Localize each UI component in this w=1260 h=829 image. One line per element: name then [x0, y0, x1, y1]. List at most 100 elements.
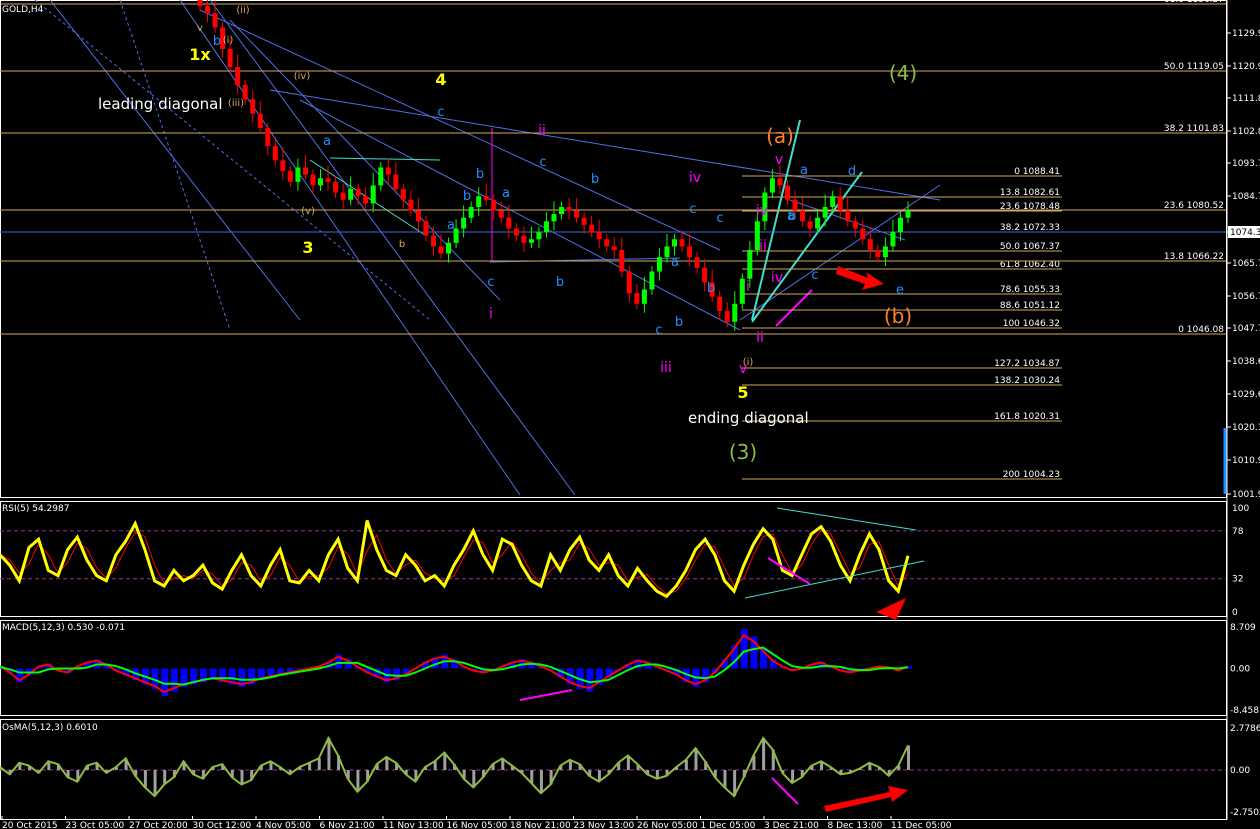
time-axis-layer: 20 Oct 2015 23 Oct 05:00 27 Oct 20:00 30 Oc…: [1, 816, 952, 829]
wave-label: a: [502, 186, 510, 201]
symbol-label: GOLD,H4: [2, 5, 44, 15]
time-axis-label: 16 Nov 05:00: [447, 821, 508, 829]
wave-label: b: [213, 34, 221, 49]
candle-body: [257, 113, 263, 128]
wave-label: 5: [737, 383, 748, 402]
candle-body: [400, 189, 406, 200]
wave-label: (iii): [228, 98, 244, 109]
trendline: [34, 0, 431, 321]
rsi-line: [0, 519, 910, 599]
candle-body: [197, 0, 203, 7]
price-axis-label: 1029.64: [1232, 390, 1260, 400]
candle-body: [679, 239, 685, 247]
candle-body: [619, 250, 625, 272]
candle-body: [378, 167, 384, 186]
candle-body: [830, 196, 836, 207]
price-axis-label: 1001.93: [1232, 490, 1260, 500]
osma-bar: [539, 770, 543, 794]
candle-body: [476, 196, 482, 207]
candle-body: [430, 235, 436, 247]
rsi-axis-label: 0: [1232, 608, 1238, 618]
rsi-panel-frame: [0, 501, 1227, 617]
macd-axis-label: -8.458: [1230, 706, 1259, 716]
wave-label: i: [746, 279, 750, 295]
candle-body: [845, 210, 851, 222]
ending-diagonal-annotation: ending diagonal: [688, 409, 809, 427]
osma-bar: [762, 738, 766, 770]
wave-label: a: [671, 255, 679, 270]
candle-body: [333, 181, 339, 193]
macd-panel-frame: [0, 620, 1227, 716]
fib-level-label: 0 1088.41: [1014, 167, 1060, 177]
price-axis-label: 1129.93: [1232, 29, 1260, 39]
candle-body: [310, 174, 316, 186]
candle-body: [875, 250, 881, 258]
wave-label: c: [689, 202, 696, 217]
wave-label: iii: [660, 360, 672, 376]
wave-label: a: [447, 218, 455, 233]
rsi-trendline: [744, 560, 925, 599]
osma-bar: [723, 770, 727, 788]
candle-body: [528, 239, 534, 243]
candle-body: [468, 206, 474, 218]
candle-body: [415, 210, 421, 222]
price-axis-label: 1010.93: [1232, 456, 1260, 466]
trendline: [209, 0, 576, 496]
wave-label: c: [539, 155, 546, 170]
osma-layer: 2.7786 0.00 -2.7502: [0, 724, 1260, 818]
candle-body: [566, 206, 572, 211]
candle-body: [890, 232, 896, 247]
candle-body: [739, 278, 745, 304]
macd-divergence-mark: [519, 689, 573, 701]
macd-layer: 8.709 0.00 -8.458: [0, 623, 1259, 716]
wave-label: iv: [771, 270, 783, 286]
candle-body: [589, 224, 595, 233]
time-axis-label: 3 Dec 21:00: [764, 821, 819, 829]
wave-label: b: [399, 239, 405, 250]
candle-body: [626, 271, 632, 294]
time-axis-label: 18 Nov 21:00: [510, 821, 571, 829]
rsi-axis-label: 78: [1232, 527, 1244, 537]
price-axis-label: 1102.84: [1232, 127, 1260, 137]
time-axis-label: 8 Dec 13:00: [828, 821, 883, 829]
fib-level-label: 0 1046.08: [1178, 325, 1224, 335]
candle-body: [506, 217, 512, 229]
leading-diagonal-annotation: leading diagonal: [98, 95, 223, 113]
fib-level-label: 50.0 1067.37: [1000, 242, 1060, 252]
wave-label: c: [655, 323, 662, 338]
wave-label: a: [800, 163, 808, 178]
wave-label: d: [848, 164, 856, 179]
candle-body: [287, 171, 293, 182]
candle-body: [536, 232, 542, 240]
wave-label: b: [591, 172, 599, 187]
wave-label: 1x: [189, 45, 211, 64]
candle-body: [340, 192, 346, 200]
time-axis-label: 26 Nov 05:00: [637, 821, 698, 829]
candle-body: [446, 242, 452, 254]
candle-body: [385, 167, 391, 175]
candle-body: [551, 214, 557, 222]
time-axis-label: 4 Nov 05:00: [256, 821, 311, 829]
time-axis-label: 11 Nov 13:00: [383, 821, 444, 829]
candle-body: [348, 189, 354, 200]
candle-body: [235, 67, 241, 85]
candle-body: [882, 246, 888, 258]
wave-marker-line: [775, 289, 813, 327]
time-axis-label: 11 Dec 05:00: [891, 821, 952, 829]
wave-label: a: [323, 134, 331, 149]
candle-body: [205, 6, 211, 14]
wave-label: b: [675, 315, 683, 330]
wave-label: b: [476, 167, 484, 182]
macd-axis-label: 8.709: [1230, 623, 1256, 633]
candle-body: [664, 246, 670, 258]
wave-label: a: [787, 209, 795, 224]
candle-body: [302, 167, 308, 175]
rsi-axis-label: 32: [1232, 575, 1243, 585]
candle-body: [800, 210, 806, 222]
candle-body: [852, 221, 858, 229]
candle-body: [295, 167, 301, 182]
wave-label: iv: [756, 203, 768, 219]
candle-body: [732, 303, 738, 322]
fib-levels-layer: 0 1088.4113.8 1082.6123.6 1078.4838.2 10…: [0, 0, 1226, 480]
fib-level-label: 200 1004.23: [1003, 470, 1060, 480]
